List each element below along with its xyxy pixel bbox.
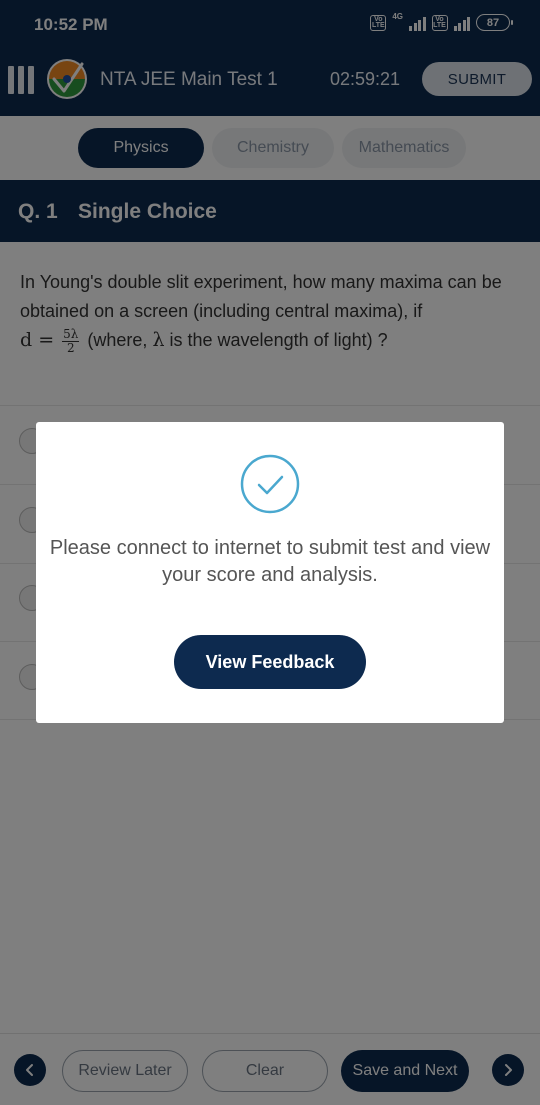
dialog-message: Please connect to internet to submit tes… — [49, 537, 491, 586]
view-feedback-button[interactable]: View Feedback — [174, 635, 366, 689]
offline-submit-dialog: Please connect to internet to submit tes… — [36, 422, 504, 723]
check-circle-icon — [240, 454, 300, 514]
